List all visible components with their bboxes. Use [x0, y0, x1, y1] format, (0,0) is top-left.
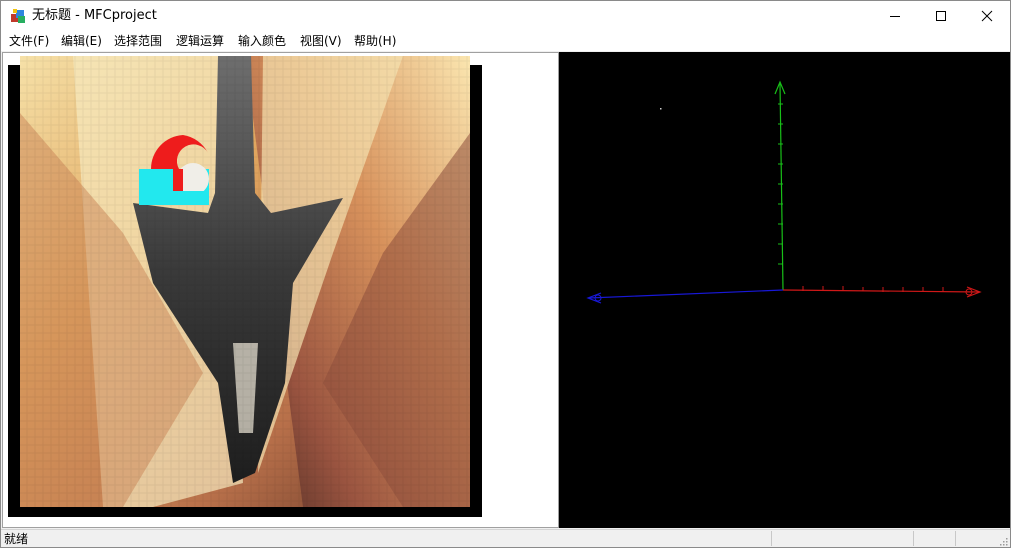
menu-view[interactable]: 视图(V) — [300, 33, 342, 49]
axes-canvas[interactable] — [559, 52, 1010, 528]
close-button[interactable] — [964, 1, 1010, 31]
menu-input-color[interactable]: 输入颜色 — [238, 33, 286, 49]
point-marker — [660, 108, 662, 110]
x-axis — [782, 289, 980, 293]
3d-viewport[interactable] — [559, 52, 1010, 528]
menu-select-range[interactable]: 选择范围 — [114, 33, 162, 49]
minimize-button[interactable] — [872, 1, 918, 31]
menu-file[interactable]: 文件(F) — [9, 33, 49, 49]
menu-bar: 文件(F) 编辑(E) 选择范围 逻辑运算 输入颜色 视图(V) 帮助(H) — [1, 31, 1010, 51]
maximize-button[interactable] — [918, 1, 964, 31]
client-area — [1, 51, 1010, 529]
menu-edit[interactable]: 编辑(E) — [61, 33, 102, 49]
status-bar: 就绪 — [1, 529, 1010, 547]
status-panel-3 — [955, 531, 996, 546]
minimize-icon — [890, 16, 900, 17]
window-title: 无标题 - MFCproject — [32, 8, 157, 23]
menu-logic-ops[interactable]: 逻辑运算 — [176, 33, 224, 49]
status-panel-2 — [913, 531, 954, 546]
status-panel-1 — [771, 531, 912, 546]
menu-help[interactable]: 帮助(H) — [354, 33, 396, 49]
mfc-app-icon[interactable] — [10, 8, 26, 24]
image-canvas[interactable] — [3, 53, 558, 527]
title-bar[interactable]: 无标题 - MFCproject — [1, 1, 1010, 31]
resize-grip-icon[interactable] — [998, 536, 1008, 546]
z-axis — [588, 289, 784, 299]
image-view[interactable] — [2, 52, 559, 528]
maximize-icon — [936, 11, 946, 21]
close-icon — [981, 10, 993, 22]
y-axis — [779, 83, 784, 291]
main-window: 无标题 - MFCproject 文件(F) 编辑(E) 选择范围 逻辑运算 输… — [0, 0, 1011, 548]
status-text: 就绪 — [4, 532, 29, 546]
